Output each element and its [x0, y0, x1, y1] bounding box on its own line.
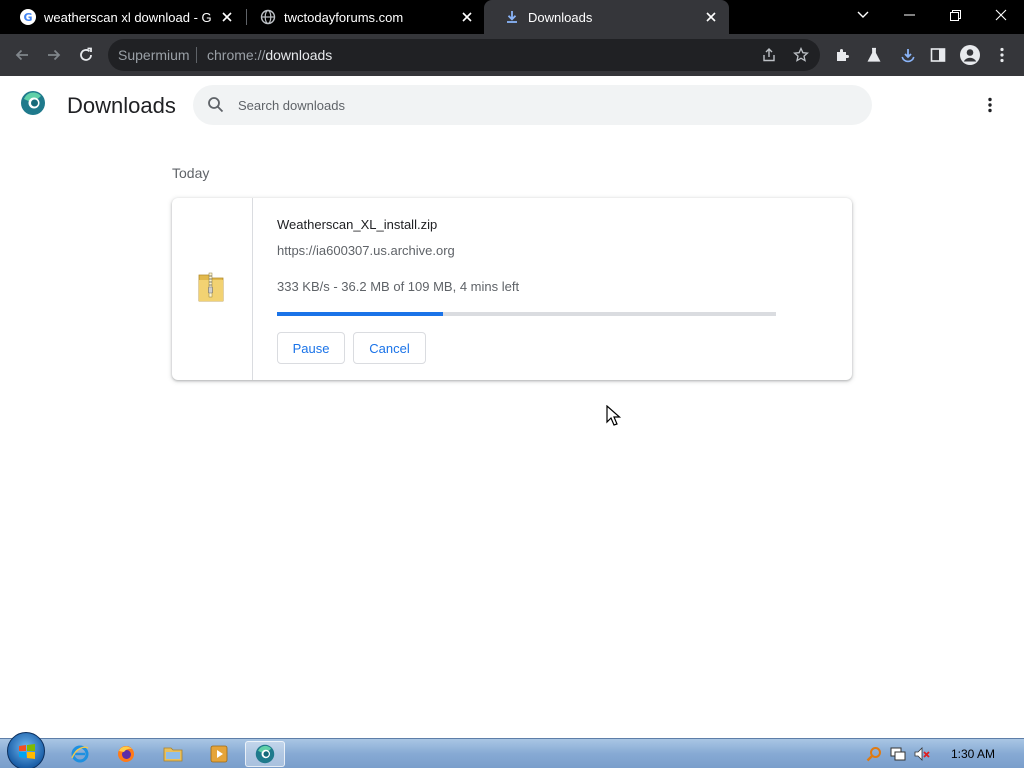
taskbar-supermium[interactable]: [245, 741, 285, 767]
taskbar-firefox[interactable]: [106, 741, 146, 767]
taskbar-media-player[interactable]: [199, 741, 239, 767]
arrow-left-icon: [15, 49, 28, 61]
svg-text:G: G: [23, 11, 32, 24]
tab-title: weatherscan xl download - Goog: [44, 9, 211, 25]
close-window-button[interactable]: [978, 0, 1024, 30]
minimize-button[interactable]: [886, 0, 932, 30]
side-panel-icon: [930, 48, 946, 62]
file-icon-column: [172, 198, 253, 380]
internet-explorer-icon: [71, 745, 89, 763]
downloads-toolbar: Downloads: [0, 76, 1024, 134]
download-progress-icon: [901, 49, 915, 63]
flask-icon: [867, 47, 881, 62]
back-button[interactable]: [7, 40, 37, 70]
search-tray-icon[interactable]: [866, 746, 882, 762]
forward-button[interactable]: [39, 40, 69, 70]
side-panel-button[interactable]: [923, 40, 953, 70]
file-name[interactable]: Weatherscan_XL_install.zip: [277, 217, 437, 232]
url-scheme: chrome://: [207, 47, 266, 63]
star-icon: [793, 47, 809, 62]
mouse-pointer-icon: [606, 405, 622, 426]
url-text: chrome://downloads: [207, 47, 332, 63]
network-tray-icon[interactable]: [890, 746, 906, 762]
reload-button[interactable]: [71, 40, 101, 70]
share-button[interactable]: [754, 40, 784, 70]
taskbar-clock[interactable]: 1:30 AM: [951, 747, 995, 761]
close-icon[interactable]: [701, 7, 721, 27]
taskbar-internet-explorer[interactable]: [60, 741, 100, 767]
downloads-menu-button[interactable]: [978, 93, 1002, 117]
profile-button[interactable]: [955, 40, 985, 70]
windows-logo-icon: [19, 744, 35, 759]
browser-menu-button[interactable]: [987, 40, 1017, 70]
search-downloads-box[interactable]: [193, 85, 872, 125]
chevron-down-icon: [857, 11, 869, 18]
more-vert-icon: [988, 97, 992, 113]
tab-search-button[interactable]: [840, 0, 886, 30]
tab-strip: G weatherscan xl download - Goog twctoda…: [0, 0, 1024, 34]
close-icon[interactable]: [217, 7, 237, 27]
search-input[interactable]: [238, 85, 838, 125]
search-icon: [208, 97, 224, 113]
puzzle-icon: [837, 49, 849, 61]
bookmark-button[interactable]: [786, 40, 816, 70]
browser-brand-chip: Supermium: [118, 47, 190, 63]
download-icon: [504, 9, 520, 25]
download-item-card: Weatherscan_XL_install.zip https://ia600…: [172, 198, 852, 380]
browser-toolbar: Supermium chrome://downloads: [0, 34, 1024, 76]
close-icon: [995, 9, 1007, 21]
extensions-button[interactable]: [827, 40, 857, 70]
tab-title: twctodayforums.com: [284, 9, 404, 25]
taskbar-file-explorer[interactable]: [153, 741, 193, 767]
firefox-icon: [118, 746, 134, 762]
restore-icon: [949, 9, 961, 21]
address-bar[interactable]: Supermium chrome://downloads: [108, 39, 820, 71]
zip-folder-icon: [198, 272, 224, 302]
url-host: downloads: [265, 47, 333, 63]
avatar-icon: [960, 45, 980, 65]
reload-icon: [80, 47, 92, 61]
globe-icon: [260, 9, 276, 25]
google-icon: G: [20, 9, 36, 25]
omnibox-divider: [196, 47, 197, 63]
tab-downloads[interactable]: Downloads: [484, 0, 729, 34]
labs-button[interactable]: [859, 40, 889, 70]
share-icon: [763, 48, 775, 62]
supermium-logo-icon: [21, 91, 45, 115]
tab-title: Downloads: [528, 9, 593, 25]
source-url[interactable]: https://ia600307.us.archive.org: [277, 243, 455, 258]
download-status: 333 KB/s - 36.2 MB of 109 MB, 4 mins lef…: [277, 279, 520, 294]
cancel-button[interactable]: Cancel: [353, 332, 426, 364]
restore-button[interactable]: [932, 0, 978, 30]
pause-button[interactable]: Pause: [277, 332, 345, 364]
folder-icon: [163, 747, 183, 762]
download-progress-fill: [277, 312, 443, 316]
supermium-app-icon: [255, 744, 275, 764]
tab-google-search[interactable]: G weatherscan xl download - Goog: [0, 0, 245, 34]
date-section-label: Today: [172, 165, 210, 181]
page-title: Downloads: [67, 93, 176, 118]
windows-taskbar: 1:30 AM: [0, 732, 1024, 768]
media-player-icon: [210, 745, 228, 763]
close-icon[interactable]: [457, 7, 477, 27]
minimize-icon: [903, 14, 915, 16]
start-button[interactable]: [7, 732, 45, 768]
tab-twctodayforums[interactable]: twctodayforums.com: [240, 0, 485, 34]
downloads-toolbar-button[interactable]: [893, 40, 923, 70]
volume-muted-tray-icon[interactable]: [914, 746, 930, 762]
more-vert-icon: [1000, 47, 1004, 63]
download-progress-bar: [277, 312, 776, 316]
arrow-right-icon: [48, 49, 61, 61]
